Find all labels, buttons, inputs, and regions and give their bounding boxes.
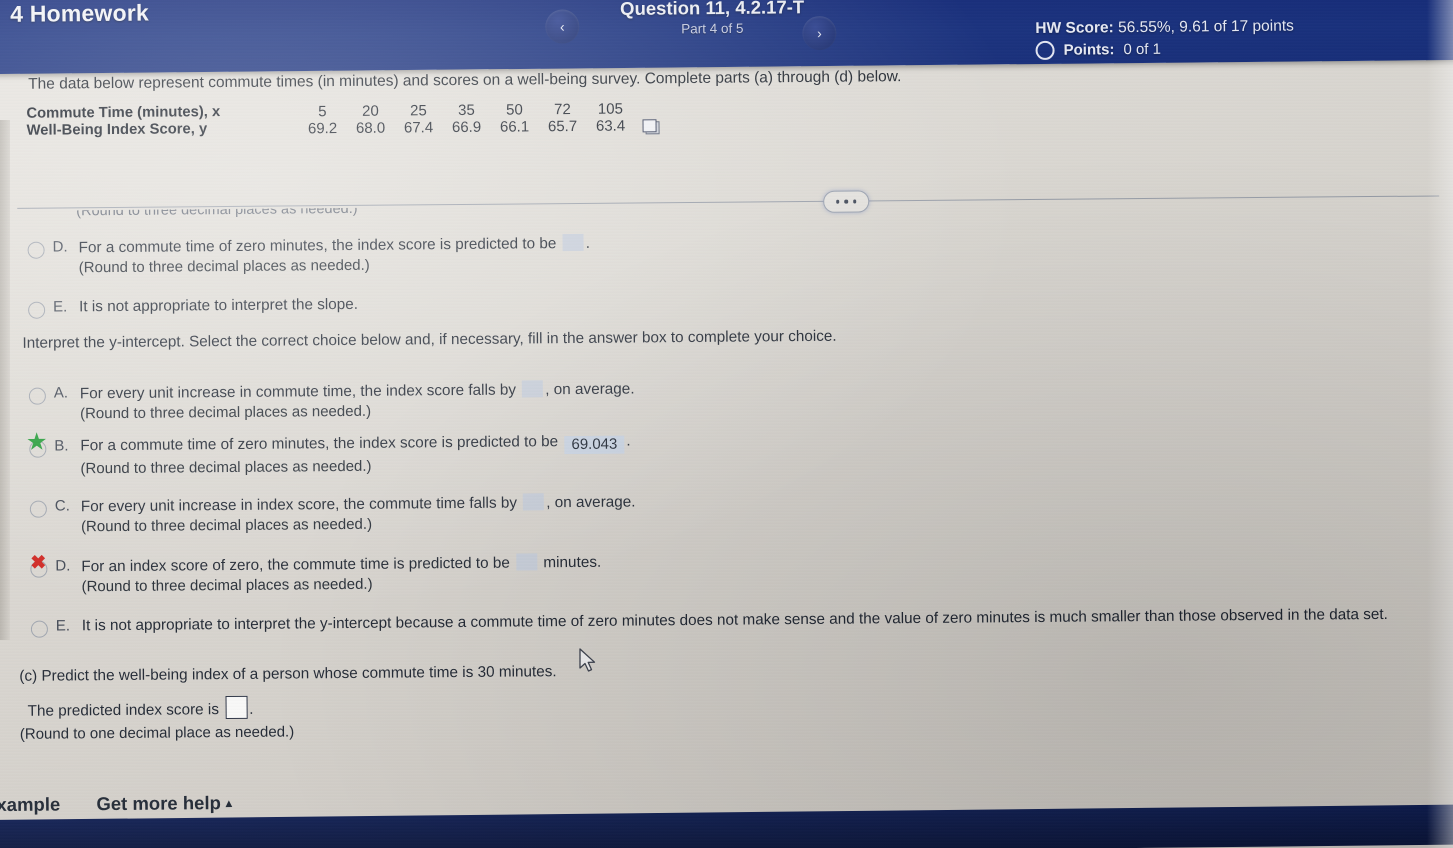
answer-input-box[interactable] xyxy=(522,380,544,398)
ellipsis-dot-icon xyxy=(835,199,840,204)
homework-title: 4 Homework xyxy=(10,0,150,27)
intercept-option-d[interactable]: ✖ D. For an index score of zero, the com… xyxy=(30,552,730,596)
option-body: For every unit increase in commute time,… xyxy=(80,379,635,422)
screen-left-edge xyxy=(0,120,10,640)
more-options-button[interactable] xyxy=(823,190,870,213)
section-divider xyxy=(17,195,1440,209)
get-more-help-label: Get more help xyxy=(96,792,221,815)
table-cell: 20 xyxy=(361,102,379,120)
get-more-help-button[interactable]: Get more help ▴ xyxy=(96,792,232,815)
table-cell: 72 xyxy=(553,101,571,119)
option-note: (Round to three decimal places as needed… xyxy=(80,457,372,478)
radio-button[interactable]: ✖ xyxy=(30,553,48,578)
incorrect-cross-icon: ✖ xyxy=(30,552,47,574)
table-cell: 35 xyxy=(457,101,475,120)
table-cell: 67.4 xyxy=(403,119,434,137)
intercept-option-e[interactable]: E. It is not appropriate to interpret th… xyxy=(30,606,1431,638)
part-c-answer-label: The predicted index score is xyxy=(27,701,220,720)
option-text: For a commute time of zero minutes, the … xyxy=(80,432,631,455)
view-example-link[interactable]: xample xyxy=(0,794,60,817)
screen-photo: 4 Homework ‹ Question 11, 4.2.17-T Part … xyxy=(0,0,1453,848)
option-letter: D. xyxy=(52,238,68,256)
intercept-option-b[interactable]: ★ B. For a commute time of zero minutes,… xyxy=(27,431,729,478)
radio-button[interactable] xyxy=(28,387,46,405)
option-body: For an index score of zero, the commute … xyxy=(81,553,602,596)
option-body: For a commute time of zero minutes, the … xyxy=(80,433,631,478)
hw-score-value: 56.55%, 9.61 of 17 points xyxy=(1117,17,1294,37)
option-note: (Round to three decimal places as needed… xyxy=(80,515,373,536)
option-text: For a commute time of zero minutes, the … xyxy=(78,233,590,257)
option-letter: A. xyxy=(53,384,69,402)
radio-button[interactable] xyxy=(30,620,48,638)
table-cell: 68.0 xyxy=(355,119,386,137)
table-cell: 66.1 xyxy=(499,118,530,136)
option-text: For an index score of zero, the commute … xyxy=(81,553,602,576)
correct-star-icon: ★ xyxy=(27,430,47,454)
answer-input-box[interactable] xyxy=(523,493,545,511)
table-cell: 66.9 xyxy=(451,118,482,137)
table-cell: 105 xyxy=(597,100,623,118)
copy-icon[interactable] xyxy=(642,119,660,135)
intercept-option-c[interactable]: C. For every unit increase in index scor… xyxy=(29,492,730,536)
hw-score-line: HW Score: 56.55%, 9.61 of 17 points xyxy=(1035,18,1294,38)
table-cell: 50 xyxy=(505,101,523,119)
option-note: (Round to three decimal places as needed… xyxy=(78,256,370,277)
option-body: It is not appropriate to interpret the y… xyxy=(82,606,1388,635)
radio-button[interactable] xyxy=(28,301,46,319)
part-c-answer-input[interactable] xyxy=(225,695,248,720)
option-letter: D. xyxy=(55,557,71,575)
option-letter: C. xyxy=(54,497,70,515)
answer-input-box[interactable] xyxy=(562,233,584,252)
intercept-option-a[interactable]: A. For every unit increase in commute ti… xyxy=(28,379,729,423)
option-text: For every unit increase in index score, … xyxy=(80,493,636,516)
well-being-values: 69.2 68.0 67.4 66.9 66.1 65.7 63.4 xyxy=(298,117,634,138)
well-being-label: Well-Being Index Score, y xyxy=(26,121,208,139)
radio-button[interactable] xyxy=(27,241,45,259)
hw-score-label: HW Score: xyxy=(1035,19,1114,38)
option-body: For every unit increase in index score, … xyxy=(81,492,636,535)
radio-button[interactable] xyxy=(29,500,47,518)
caret-up-icon: ▴ xyxy=(225,796,232,811)
radio-button[interactable]: ★ xyxy=(27,431,47,458)
option-note: (Round to three decimal places as needed… xyxy=(79,402,372,423)
option-letter: B. xyxy=(54,437,69,455)
ellipsis-dot-icon xyxy=(844,199,848,204)
answer-input-box[interactable]: 69.043 xyxy=(564,435,625,455)
clipped-round-note: (Round to three decimal places as needed… xyxy=(76,207,358,220)
option-letter: E. xyxy=(55,617,71,635)
table-cell: 63.4 xyxy=(595,117,626,135)
table-cell: 5 xyxy=(318,103,327,121)
problem-prompt: The data below represent commute times (… xyxy=(28,68,902,93)
ellipsis-dot-icon xyxy=(852,199,857,204)
option-note: (Round to three decimal places as needed… xyxy=(81,575,373,596)
score-summary: HW Score: 56.55%, 9.61 of 17 points Poin… xyxy=(1035,18,1294,61)
answer-input-box[interactable] xyxy=(516,553,538,571)
option-body: For a commute time of zero minutes, the … xyxy=(78,233,591,277)
commute-time-label: Commute Time (minutes), x xyxy=(26,104,221,122)
option-letter: E. xyxy=(53,298,68,316)
option-text: It is not appropriate to interpret the y… xyxy=(81,605,1388,635)
option-text: For every unit increase in commute time,… xyxy=(79,380,635,403)
data-table: Commute Time (minutes), x 5 20 25 35 50 … xyxy=(26,100,660,140)
part-c-answer-line: The predicted index score is . xyxy=(27,695,254,721)
slope-option-e[interactable]: E. It is not appropriate to interpret th… xyxy=(28,293,688,319)
option-text: It is not appropriate to interpret the s… xyxy=(79,295,359,316)
intercept-question-text: Interpret the y-intercept. Select the co… xyxy=(22,327,837,352)
next-question-button[interactable]: › xyxy=(802,15,837,51)
table-cell: 65.7 xyxy=(547,117,578,136)
chevron-right-icon: › xyxy=(816,25,822,42)
option-body: It is not appropriate to interpret the s… xyxy=(79,296,358,316)
slope-option-d[interactable]: D. For a commute time of zero minutes, t… xyxy=(27,233,688,277)
table-cell: 25 xyxy=(409,102,427,120)
part-c-question: (c) Predict the well-being index of a pe… xyxy=(19,663,557,685)
part-c-note: (Round to one decimal place as needed.) xyxy=(19,723,295,743)
table-cell: 69.2 xyxy=(307,120,338,138)
question-content: The data below represent commute times (… xyxy=(0,53,1453,848)
